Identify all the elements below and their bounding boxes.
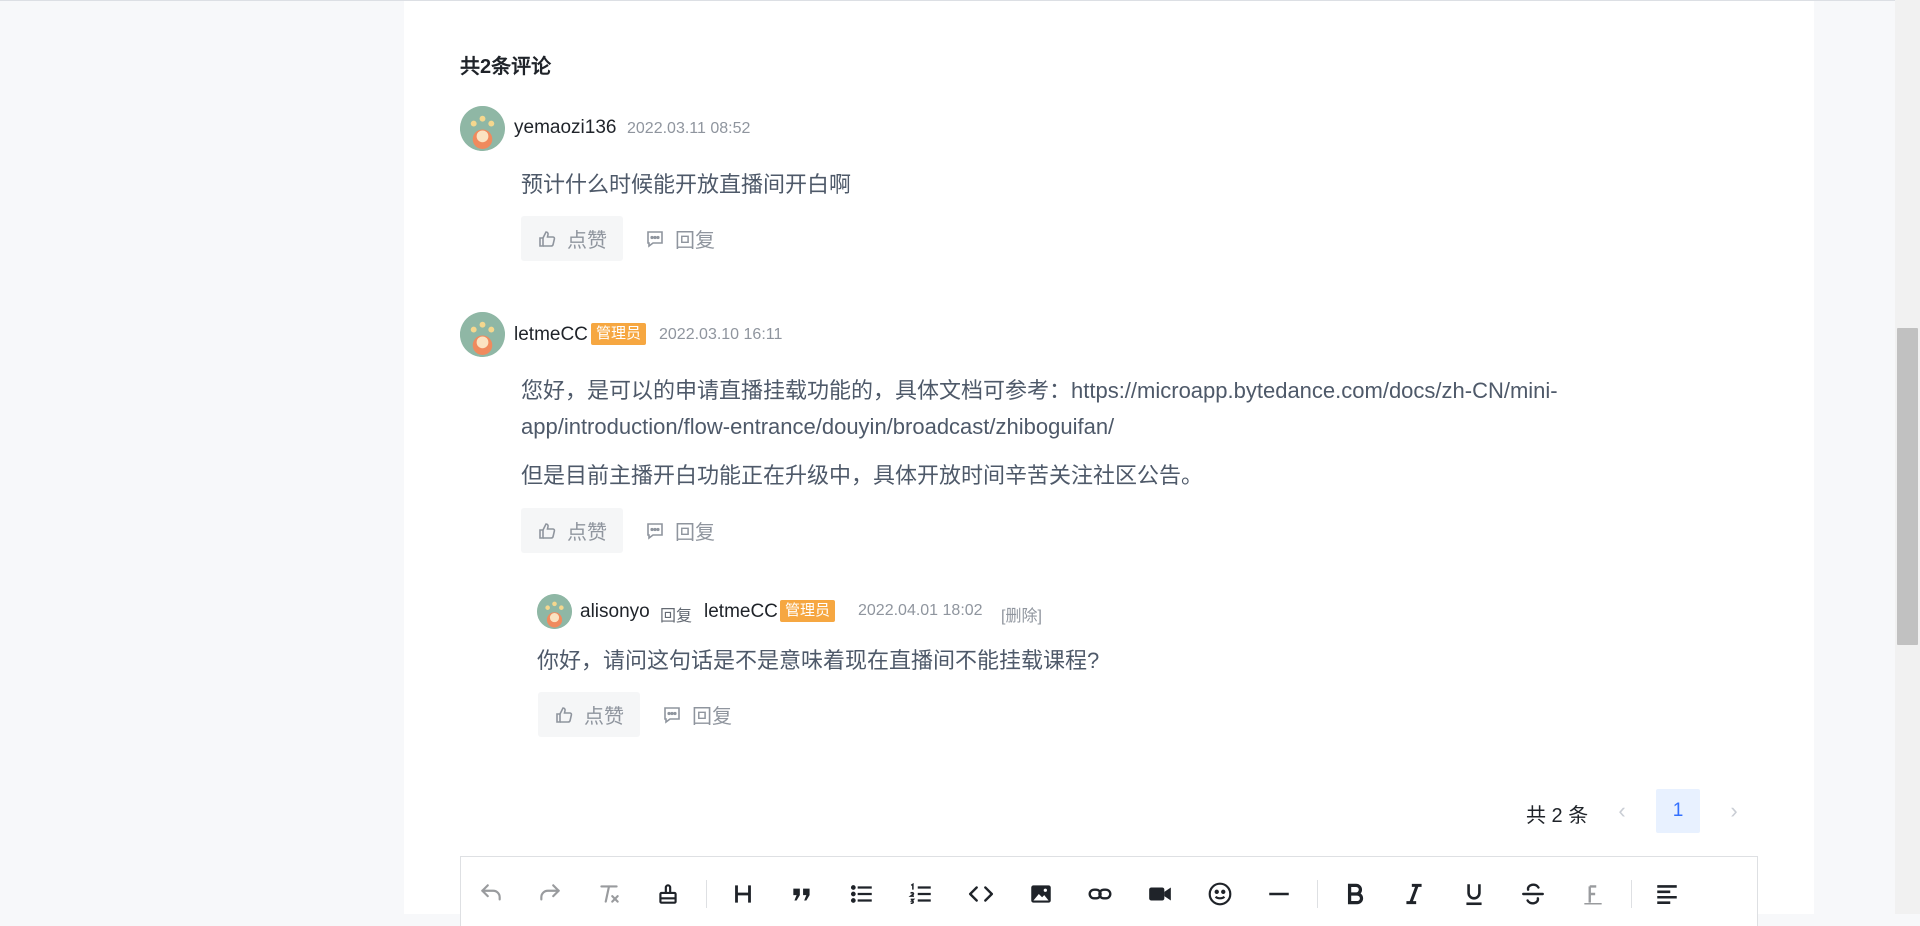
reply-author[interactable]: alisonyo: [580, 601, 650, 623]
text-color-icon[interactable]: [1576, 877, 1610, 911]
toolbar-divider: [1317, 880, 1318, 908]
reply-text: 你好，请问这句话是不是意味着现在直播间不能挂载课程?: [537, 648, 1100, 673]
like-button[interactable]: 点赞: [538, 692, 640, 737]
divider-icon[interactable]: [1262, 877, 1296, 911]
comment-text: app/introduction/flow-entrance/douyin/br…: [521, 414, 1115, 439]
undo-icon[interactable]: [474, 877, 508, 911]
pagination-total: 共 2 条: [1526, 805, 1589, 827]
clear-format-icon[interactable]: [592, 877, 626, 911]
comment-text: 预计什么时候能开放直播间开白啊: [521, 172, 852, 197]
align-left-icon[interactable]: [1650, 877, 1684, 911]
next-page-button[interactable]: ›: [1716, 793, 1752, 829]
strikethrough-icon[interactable]: [1516, 877, 1550, 911]
avatar[interactable]: [460, 106, 505, 151]
bullet-list-icon[interactable]: [845, 877, 879, 911]
comment-icon: [645, 521, 665, 541]
admin-badge: 管理员: [591, 323, 647, 345]
toolbar-divider: [1631, 880, 1632, 908]
comment-text: 但是目前主播开白功能正在升级中，具体开放时间辛苦关注社区公告。: [521, 463, 1204, 488]
reply-button[interactable]: 回复: [645, 508, 715, 553]
comment-text: 您好，是可以的申请直播挂载功能的，具体文档可参考：https://microap…: [521, 378, 1558, 403]
thumbs-up-icon: [554, 705, 574, 725]
reply-time: 2022.04.01 18:02: [858, 602, 983, 619]
emoji-icon[interactable]: [1203, 877, 1237, 911]
link-icon[interactable]: [1083, 877, 1117, 911]
delete-link[interactable]: [删除]: [1001, 602, 1042, 626]
redo-icon[interactable]: [533, 877, 567, 911]
reply-to-word: 回复: [660, 608, 693, 625]
prev-page-button[interactable]: ‹: [1604, 793, 1640, 829]
comment-time: 2022.03.11 08:52: [627, 120, 751, 137]
comment-icon: [645, 229, 665, 249]
like-button[interactable]: 点赞: [521, 508, 623, 553]
code-icon[interactable]: [964, 877, 998, 911]
scrollbar-thumb[interactable]: [1897, 328, 1918, 645]
avatar[interactable]: [537, 594, 572, 629]
format-painter-icon[interactable]: [651, 877, 685, 911]
avatar[interactable]: [460, 312, 505, 357]
comment-time: 2022.03.10 16:11: [659, 326, 783, 343]
reply-to-author[interactable]: letmeCC: [704, 601, 778, 623]
italic-icon[interactable]: [1397, 877, 1431, 911]
comment-author[interactable]: yemaozi136: [514, 117, 616, 139]
comment-count-title: 共2条评论: [460, 56, 552, 78]
numbered-list-icon[interactable]: [904, 877, 938, 911]
thumbs-up-icon: [537, 521, 557, 541]
bold-icon[interactable]: [1338, 877, 1372, 911]
image-icon[interactable]: [1024, 877, 1058, 911]
admin-badge: 管理员: [780, 600, 836, 622]
reply-button[interactable]: 回复: [662, 692, 732, 737]
comment-icon: [662, 705, 682, 725]
page-1-button[interactable]: 1: [1656, 789, 1700, 833]
underline-icon[interactable]: [1457, 877, 1491, 911]
heading-icon[interactable]: [726, 877, 760, 911]
reply-button[interactable]: 回复: [645, 216, 715, 261]
video-icon[interactable]: [1143, 877, 1177, 911]
like-button[interactable]: 点赞: [521, 216, 623, 261]
toolbar-divider: [706, 880, 707, 908]
comment-author[interactable]: letmeCC: [514, 324, 588, 346]
thumbs-up-icon: [537, 229, 557, 249]
quote-icon[interactable]: [785, 877, 819, 911]
